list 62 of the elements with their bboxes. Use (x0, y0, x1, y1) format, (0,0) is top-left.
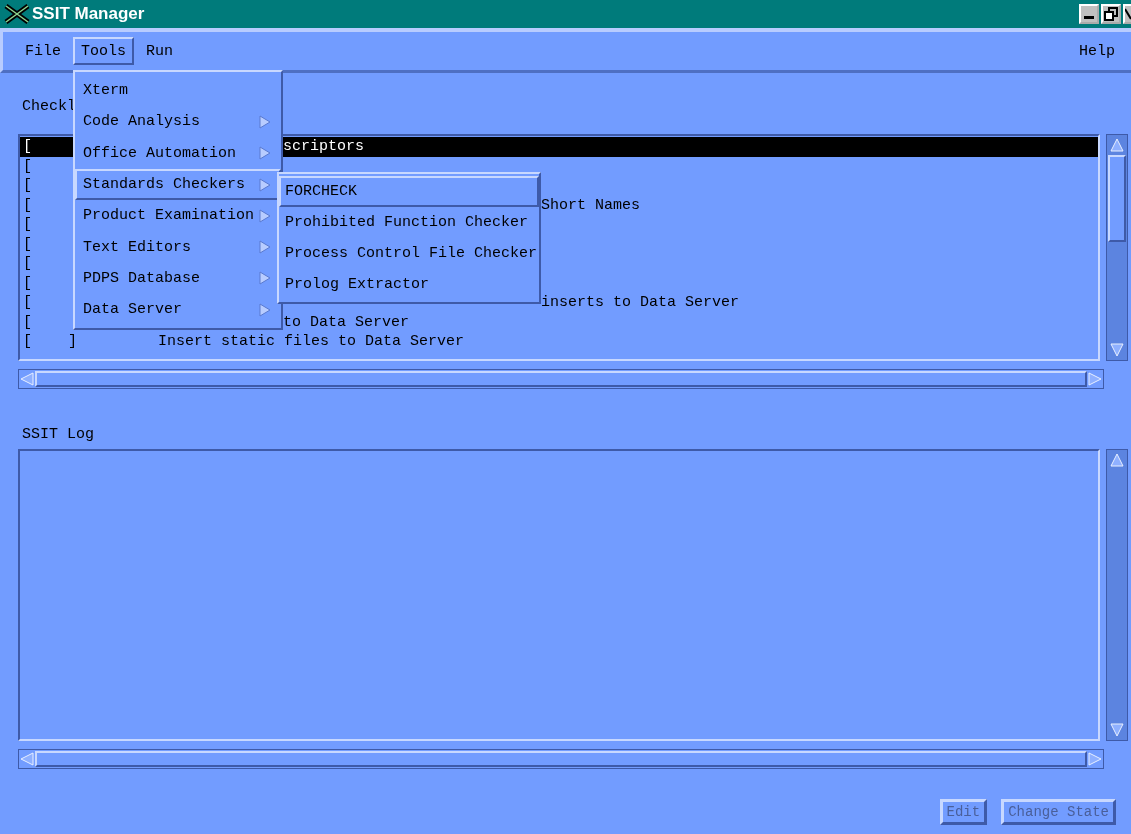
menu-item[interactable]: File (17, 37, 69, 65)
restore-button[interactable] (1101, 4, 1121, 24)
bracket: [ (22, 137, 33, 157)
menu-entry[interactable]: Text Editors (75, 231, 281, 263)
down-arrow-icon (1110, 722, 1124, 738)
up-arrow-icon (1110, 137, 1124, 153)
minimize-button[interactable] (1079, 4, 1099, 24)
bracket: [ (22, 254, 33, 274)
section-label: Checkl (21, 97, 76, 117)
menu-entry[interactable]: Process Control File Checker (279, 238, 539, 269)
window-title: SSIT Manager (32, 4, 145, 24)
bracket: [ (22, 215, 33, 235)
scroll-thumb[interactable] (1108, 155, 1126, 243)
close-button[interactable] (1123, 4, 1131, 24)
menu-entry[interactable]: Standards Checkers (75, 168, 281, 201)
submenu-arrow-icon (259, 114, 271, 129)
bracket: [ (22, 176, 33, 196)
submenu-arrow-icon (259, 240, 271, 255)
close-icon (1125, 7, 1131, 21)
menu-entry[interactable]: Data Server (75, 294, 281, 326)
vertical-scrollbar[interactable] (1106, 134, 1128, 361)
restore-icon (1104, 7, 1118, 21)
down-arrow-icon (1110, 342, 1124, 358)
vertical-scrollbar[interactable] (1106, 449, 1128, 741)
submenu-arrow-icon (259, 177, 271, 192)
checklist-item[interactable]: to Data Server (283, 312, 410, 332)
left-arrow-icon (19, 752, 35, 766)
bracket: ] (68, 332, 78, 352)
bracket: [ (22, 332, 33, 352)
bracket: [ (22, 156, 33, 176)
x-logo-icon (4, 4, 30, 24)
submenu-arrow-icon (259, 302, 271, 317)
section-label: SSIT Log (21, 425, 94, 445)
up-arrow-icon (1110, 452, 1124, 468)
checklist-item[interactable]: scriptors (283, 137, 364, 157)
menu-entry[interactable]: Product Examination (75, 200, 281, 232)
menu-entry[interactable]: Prohibited Function Checker (279, 207, 539, 238)
bracket: [ (22, 293, 33, 313)
submenu-arrow-icon (259, 208, 271, 223)
menu-entry[interactable]: Code Analysis (75, 106, 281, 138)
submenu-arrow-icon (259, 271, 271, 286)
right-arrow-icon (1087, 372, 1103, 386)
checklist-item[interactable]: Insert static files to Data Server (158, 332, 465, 352)
menu-entry[interactable]: PDPS Database (75, 262, 281, 295)
bracket: [ (22, 273, 33, 293)
bracket: [ (22, 195, 33, 215)
horizontal-scrollbar[interactable] (18, 369, 1104, 389)
menu-item[interactable]: Run (138, 37, 182, 65)
menu-entry[interactable]: FORCHECK (279, 176, 539, 207)
bracket: [ (22, 234, 33, 254)
horizontal-scrollbar[interactable] (18, 749, 1104, 769)
right-arrow-icon (1087, 752, 1103, 766)
menu-entry[interactable]: Prolog Extractor (279, 269, 539, 300)
bracket: [ (22, 312, 33, 332)
menu-item[interactable]: Help (1071, 37, 1123, 65)
menu-entry[interactable]: Xterm (75, 75, 281, 107)
submenu-arrow-icon (259, 146, 271, 161)
left-arrow-icon (19, 372, 35, 386)
minimize-icon (1084, 16, 1094, 19)
menu-item[interactable]: Tools (73, 37, 135, 65)
checklist-item[interactable]: Short Names (541, 195, 641, 215)
checklist-item[interactable]: inserts to Data Server (541, 293, 740, 313)
